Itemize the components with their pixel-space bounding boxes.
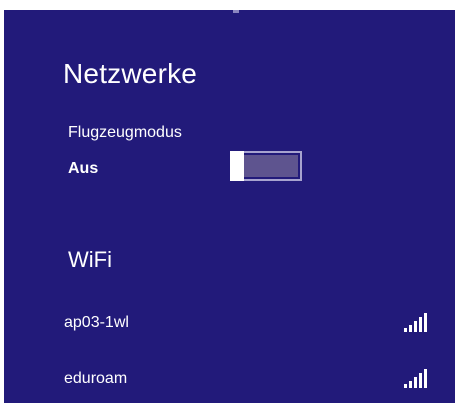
wifi-section-title: WiFi — [68, 247, 112, 272]
airplane-mode-toggle[interactable] — [230, 151, 302, 181]
airplane-mode-label: Flugzeugmodus — [68, 124, 182, 141]
panel-title: Netzwerke — [63, 58, 198, 89]
toggle-thumb[interactable] — [230, 151, 244, 181]
wifi-network-item[interactable]: ap03-1wl — [4, 304, 455, 344]
wifi-network-name: ap03-1wl — [64, 314, 129, 331]
signal-strength-icon — [404, 368, 430, 388]
networks-panel: Netzwerke Flugzeugmodus Aus WiFi ap03-1w… — [4, 10, 455, 403]
airplane-mode-state: Aus — [68, 160, 99, 177]
panel-grip — [233, 10, 239, 13]
wifi-network-name: eduroam — [64, 370, 128, 387]
signal-strength-icon — [404, 312, 430, 332]
wifi-network-item[interactable]: eduroam — [4, 360, 455, 400]
